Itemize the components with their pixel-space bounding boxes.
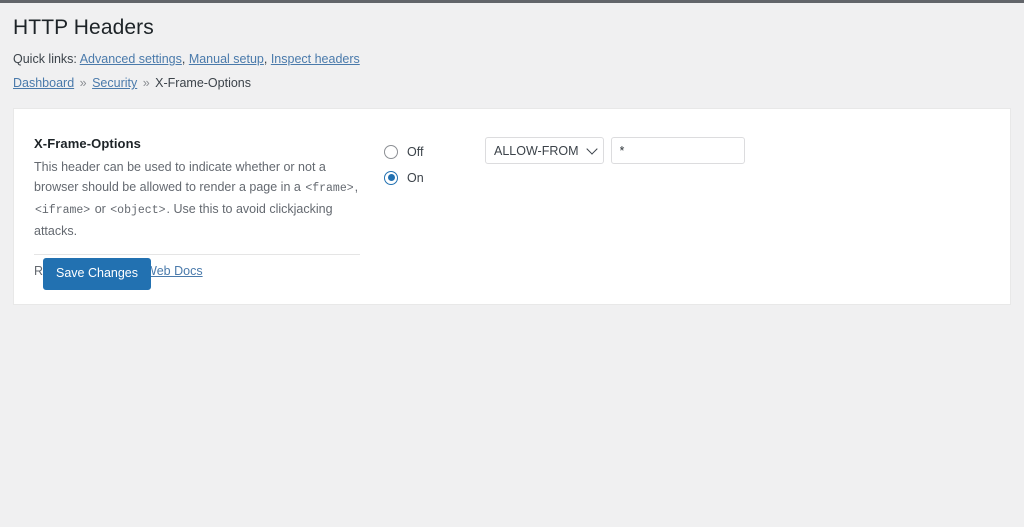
radio-option-on[interactable]: On bbox=[384, 166, 424, 189]
breadcrumb-separator-2: » bbox=[142, 76, 150, 91]
save-changes-button[interactable]: Save Changes bbox=[43, 258, 152, 290]
quick-link-inspect-headers[interactable]: Inspect headers bbox=[271, 52, 360, 66]
description-text-1: This header can be used to indicate whet… bbox=[34, 160, 326, 195]
page-wrapper: HTTP Headers Quick links: Advanced setti… bbox=[0, 3, 1024, 305]
radio-option-off[interactable]: Off bbox=[384, 140, 424, 163]
setting-description: This header can be used to indicate whet… bbox=[34, 157, 362, 241]
radio-off-icon[interactable] bbox=[384, 144, 398, 159]
code-iframe: <iframe> bbox=[35, 203, 91, 217]
radio-on-label: On bbox=[407, 170, 424, 185]
quick-links-separator-2: , bbox=[263, 52, 271, 67]
breadcrumb-item-dashboard[interactable]: Dashboard bbox=[13, 76, 74, 90]
quick-links-label: Quick links: bbox=[13, 52, 77, 67]
quick-link-advanced-settings[interactable]: Advanced settings bbox=[80, 52, 182, 66]
breadcrumb-item-current: X-Frame-Options bbox=[155, 76, 252, 91]
description-separator-2: or bbox=[91, 201, 110, 216]
value-controls: ALLOW-FROM bbox=[485, 137, 745, 164]
setting-title: X-Frame-Options bbox=[34, 136, 141, 151]
mode-select-value: ALLOW-FROM bbox=[494, 143, 579, 158]
quick-link-manual-setup[interactable]: Manual setup bbox=[189, 52, 264, 66]
description-divider bbox=[34, 253, 360, 255]
breadcrumb-item-security[interactable]: Security bbox=[92, 76, 137, 90]
settings-card: X-Frame-Options This header can be used … bbox=[13, 108, 1011, 305]
breadcrumb-separator-1: » bbox=[79, 76, 87, 91]
setting-info: X-Frame-Options This header can be used … bbox=[34, 136, 362, 278]
breadcrumb: Dashboard » Security » X-Frame-Options bbox=[0, 66, 1024, 90]
page-title: HTTP Headers bbox=[13, 16, 154, 39]
allow-from-value-input[interactable] bbox=[610, 137, 745, 164]
mode-select[interactable]: ALLOW-FROM bbox=[485, 137, 604, 164]
quick-links-row: Quick links: Advanced settings, Manual s… bbox=[0, 41, 1024, 66]
description-separator-1: , bbox=[354, 180, 359, 195]
enable-toggle-group: Off On bbox=[384, 140, 424, 192]
code-object: <object> bbox=[110, 203, 166, 217]
chevron-down-icon bbox=[585, 142, 598, 155]
code-frame: <frame> bbox=[305, 182, 354, 196]
radio-on-icon[interactable] bbox=[384, 170, 398, 185]
radio-off-label: Off bbox=[407, 144, 424, 159]
quick-links-separator-1: , bbox=[181, 52, 189, 67]
